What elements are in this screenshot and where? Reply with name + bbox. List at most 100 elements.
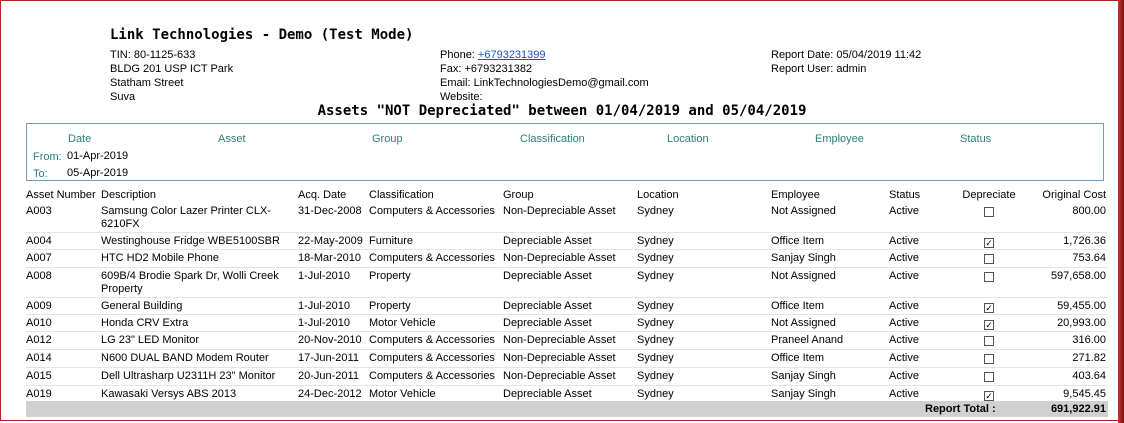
- filter-from-label: From:: [33, 151, 62, 163]
- table-row: A009 General Building 1-Jul-2010 Property De…: [26, 297, 1108, 315]
- cell-depreciate: [954, 267, 1024, 298]
- unchecked-checkbox-icon[interactable]: [984, 354, 994, 364]
- cell-employee: Office Item: [771, 232, 889, 250]
- cell-original-cost: 597,658.00: [1024, 267, 1108, 298]
- col-original-cost: Original Cost: [1042, 189, 1106, 201]
- cell-location: Sydney: [637, 349, 771, 368]
- cell-acq-date: 1-Jul-2010: [298, 267, 369, 298]
- cell-employee: Not Assigned: [771, 314, 889, 332]
- table-row: A004 Westinghouse Fridge WBE5100SBR 22-May…: [26, 232, 1108, 250]
- cell-group: Non-Depreciable Asset: [503, 249, 637, 268]
- company-contact-block: Phone: +6793231399 Fax: +6793231382 Emai…: [440, 48, 649, 104]
- cell-original-cost: 403.64: [1024, 367, 1108, 386]
- cell-location: Sydney: [637, 232, 771, 250]
- cell-acq-date: 18-Mar-2010: [298, 249, 369, 268]
- checked-checkbox-icon[interactable]: ✓: [984, 320, 994, 330]
- cell-status: Active: [889, 385, 954, 403]
- phone-label: Phone:: [440, 49, 478, 61]
- cell-classification: Furniture: [369, 232, 503, 250]
- report-total-bar: Report Total : 691,922.91: [26, 401, 1108, 417]
- unchecked-checkbox-icon[interactable]: [984, 254, 994, 264]
- checked-checkbox-icon[interactable]: ✓: [984, 238, 994, 248]
- cell-depreciate: [954, 367, 1024, 386]
- filter-to-label: To:: [33, 168, 48, 180]
- cell-classification: Computers & Accessories: [369, 249, 503, 268]
- cell-location: Sydney: [637, 297, 771, 315]
- cell-status: Active: [889, 349, 954, 368]
- unchecked-checkbox-icon[interactable]: [984, 207, 994, 217]
- cell-description: General Building: [101, 297, 298, 315]
- cell-group: Depreciable Asset: [503, 314, 637, 332]
- website-line: Website:: [440, 91, 483, 103]
- company-tin: TIN: 80-1125-633: [110, 49, 196, 61]
- cell-status: Active: [889, 367, 954, 386]
- filter-from-value: 01-Apr-2019: [67, 150, 129, 162]
- cell-location: Sydney: [637, 203, 771, 233]
- col-acq-date: Acq. Date: [298, 189, 347, 201]
- cell-group: Depreciable Asset: [503, 385, 637, 403]
- col-location: Location: [637, 189, 679, 201]
- unchecked-checkbox-icon[interactable]: [984, 272, 994, 282]
- cell-asset-number: A015: [26, 367, 101, 386]
- company-name: Link Technologies - Demo (Test Mode): [110, 27, 414, 43]
- table-row: A014 N600 DUAL BAND Modem Router 17-Jun-20…: [26, 349, 1108, 368]
- table-row: A019 Kawasaki Versys ABS 2013 24-Dec-2012 M…: [26, 385, 1108, 403]
- table-row: A015 Dell Ultrasharp U2311H 23" Monitor 20…: [26, 367, 1108, 386]
- company-address-block: TIN: 80-1125-633 BLDG 201 USP ICT Park S…: [110, 48, 233, 104]
- report-user: Report User: admin: [771, 63, 867, 75]
- cell-status: Active: [889, 203, 954, 233]
- cell-employee: Sanjay Singh: [771, 249, 889, 268]
- filter-header-location: Location: [667, 133, 709, 145]
- cell-classification: Property: [369, 297, 503, 315]
- cell-acq-date: 22-May-2009: [298, 232, 369, 250]
- cell-classification: Computers & Accessories: [369, 349, 503, 368]
- table-row: A010 Honda CRV Extra 1-Jul-2010 Motor Vehic…: [26, 314, 1108, 332]
- report-meta-block: Report Date: 05/04/2019 11:42 Report Use…: [771, 48, 921, 76]
- phone-link[interactable]: +6793231399: [478, 49, 546, 61]
- cell-status: Active: [889, 314, 954, 332]
- cell-original-cost: 9,545.45: [1024, 385, 1108, 403]
- email-line: Email: LinkTechnologiesDemo@gmail.com: [440, 77, 649, 89]
- report-total-value: 691,922.91: [1050, 403, 1106, 415]
- col-asset-number: Asset Number: [26, 189, 96, 201]
- unchecked-checkbox-icon[interactable]: [984, 336, 994, 346]
- cell-classification: Property: [369, 267, 503, 298]
- cell-depreciate: [954, 249, 1024, 268]
- address-line-2: Statham Street: [110, 77, 184, 89]
- cell-location: Sydney: [637, 367, 771, 386]
- address-line-1: BLDG 201 USP ICT Park: [110, 63, 234, 75]
- col-classification: Classification: [369, 189, 434, 201]
- cell-original-cost: 1,726.36: [1024, 232, 1108, 250]
- cell-description: HTC HD2 Mobile Phone: [101, 249, 298, 268]
- cell-group: Depreciable Asset: [503, 267, 637, 298]
- cell-original-cost: 753.64: [1024, 249, 1108, 268]
- checked-checkbox-icon[interactable]: ✓: [984, 303, 994, 313]
- cell-depreciate: [954, 331, 1024, 350]
- cell-original-cost: 59,455.00: [1024, 297, 1108, 315]
- cell-classification: Computers & Accessories: [369, 331, 503, 350]
- report-title: Assets "NOT Depreciated" between 01/04/2…: [317, 103, 807, 119]
- cell-description: N600 DUAL BAND Modem Router: [101, 349, 298, 368]
- cell-description: Westinghouse Fridge WBE5100SBR: [101, 232, 298, 250]
- cell-asset-number: A004: [26, 232, 101, 250]
- cell-status: Active: [889, 249, 954, 268]
- filter-header-employee: Employee: [815, 133, 864, 145]
- cell-asset-number: A009: [26, 297, 101, 315]
- cell-group: Depreciable Asset: [503, 232, 637, 250]
- cell-classification: Computers & Accessories: [369, 203, 503, 233]
- cell-status: Active: [889, 267, 954, 298]
- cell-asset-number: A007: [26, 249, 101, 268]
- table-row: A012 LG 23" LED Monitor 20-Nov-2010 Compute…: [26, 331, 1108, 350]
- cell-depreciate: ✓: [954, 314, 1024, 332]
- col-depreciate: Depreciate: [962, 189, 1016, 201]
- address-line-3: Suva: [110, 91, 136, 103]
- cell-asset-number: A014: [26, 349, 101, 368]
- phone-line: Phone: +6793231399: [440, 48, 649, 62]
- cell-classification: Motor Vehicle: [369, 385, 503, 403]
- cell-acq-date: 20-Jun-2011: [298, 367, 369, 386]
- cell-asset-number: A003: [26, 203, 101, 233]
- checked-checkbox-icon[interactable]: ✓: [984, 391, 994, 401]
- unchecked-checkbox-icon[interactable]: [984, 372, 994, 382]
- cell-description: Dell Ultrasharp U2311H 23" Monitor: [101, 367, 298, 386]
- cell-status: Active: [889, 232, 954, 250]
